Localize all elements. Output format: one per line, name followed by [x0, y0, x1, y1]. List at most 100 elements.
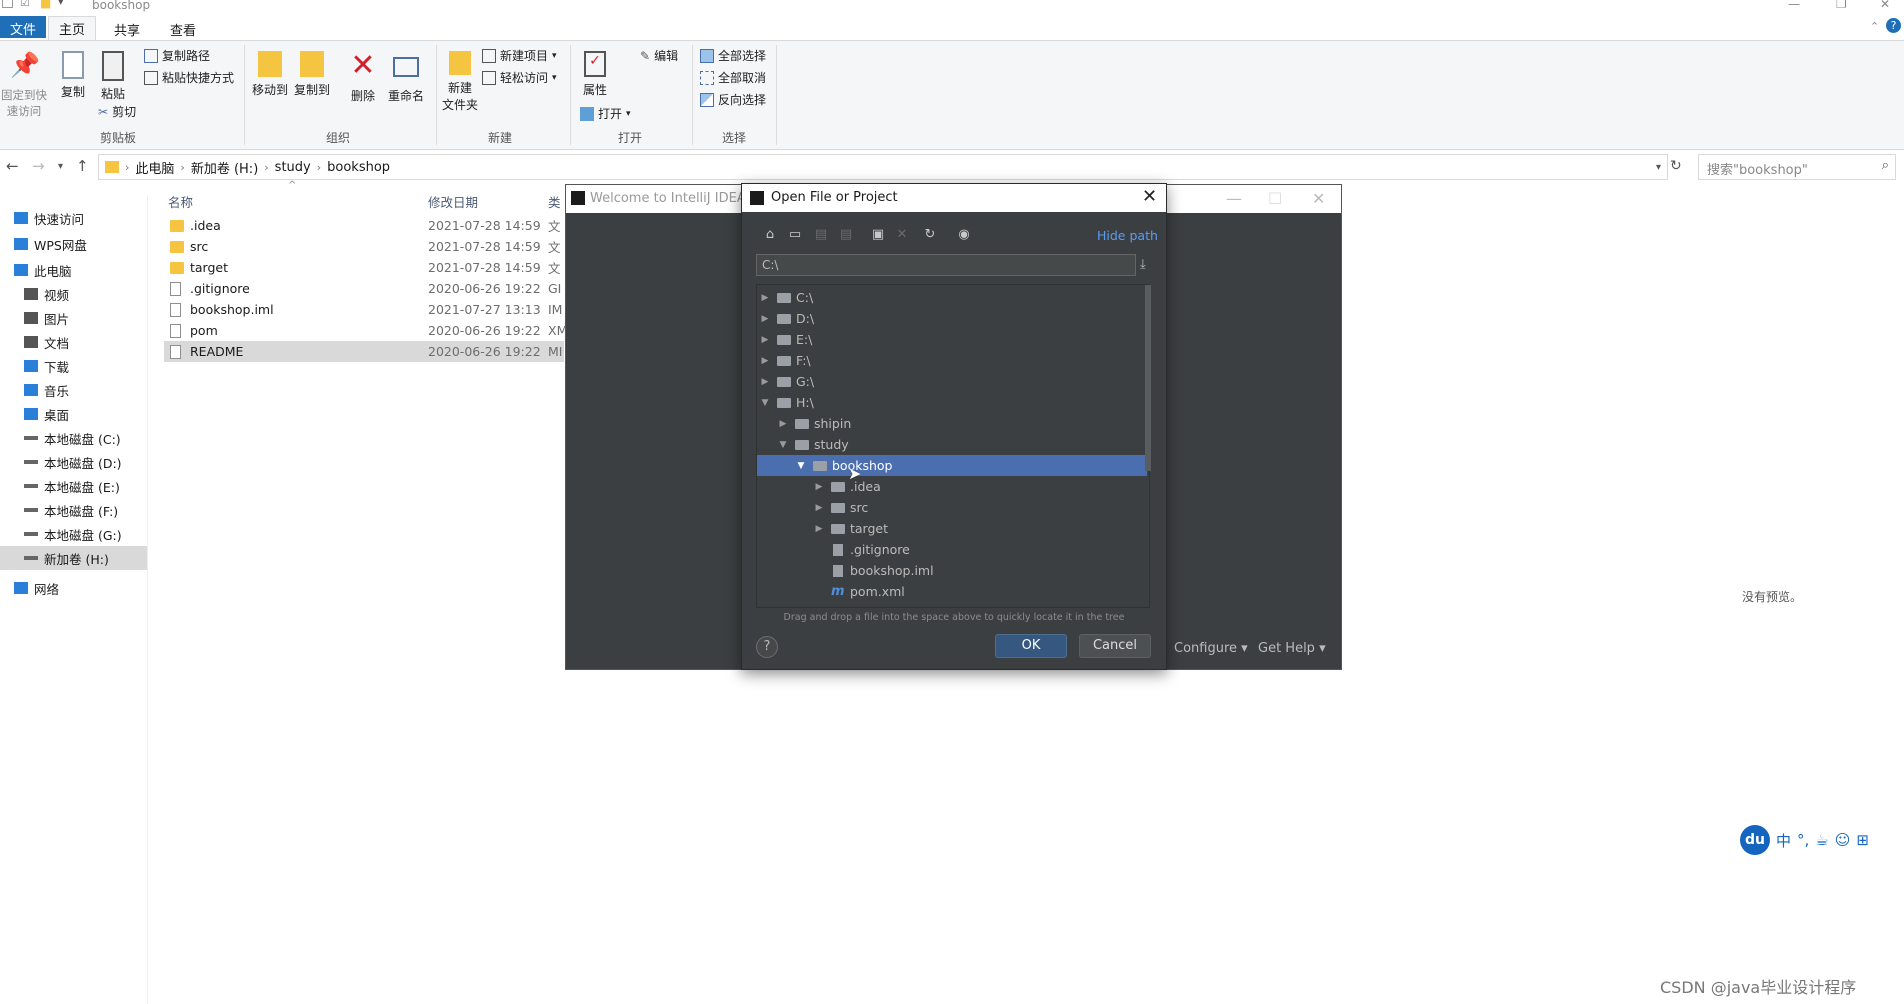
- delete-button[interactable]: ✕ 删除: [344, 51, 382, 104]
- tree-node[interactable]: ▶ src: [757, 497, 1147, 518]
- move-to-button[interactable]: 移动到: [250, 51, 290, 98]
- new-folder-icon[interactable]: ▣: [870, 228, 886, 242]
- tab-home[interactable]: 主页: [48, 16, 97, 40]
- help-icon[interactable]: ?: [1886, 18, 1901, 33]
- column-header-date[interactable]: 修改日期: [428, 192, 478, 211]
- tree-node[interactable]: ▶ E:\: [757, 329, 1147, 350]
- file-row[interactable]: .gitignore 2020-06-26 19:22 GI: [164, 278, 564, 299]
- punctuation-icon[interactable]: °,: [1797, 831, 1809, 849]
- collapsed-arrow-icon[interactable]: ▶: [759, 314, 771, 324]
- nav-item[interactable]: 本地磁盘 (F:): [0, 498, 147, 522]
- paste-button[interactable]: 粘贴: [96, 51, 130, 102]
- tree-node[interactable]: m pom.xml: [757, 581, 1147, 602]
- quick-access-folder-icon[interactable]: [2, 0, 13, 8]
- file-row[interactable]: src 2021-07-28 14:59 文: [164, 236, 564, 257]
- tree-node[interactable]: README.md: [757, 602, 1147, 607]
- address-dropdown-icon[interactable]: ▾: [1656, 162, 1661, 173]
- copy-to-button[interactable]: 复制到: [292, 51, 332, 98]
- project-icon[interactable]: ▤: [813, 228, 829, 242]
- welcome-minimize-button[interactable]: —: [1226, 189, 1242, 208]
- column-header-name[interactable]: 名称: [168, 192, 193, 211]
- configure-menu[interactable]: Configure ▾: [1174, 641, 1248, 656]
- baidu-ime-logo[interactable]: du: [1740, 825, 1770, 855]
- nav-item[interactable]: 本地磁盘 (C:): [0, 426, 147, 450]
- collapsed-arrow-icon[interactable]: ▶: [759, 335, 771, 345]
- hide-path-link[interactable]: Hide path: [1097, 228, 1158, 243]
- up-arrow-icon[interactable]: ↑: [76, 157, 89, 175]
- paste-shortcut-button[interactable]: 粘贴快捷方式: [144, 69, 234, 86]
- breadcrumb-this-pc[interactable]: 此电脑: [135, 158, 174, 177]
- collapsed-arrow-icon[interactable]: ▶: [813, 482, 825, 492]
- tree-node[interactable]: ▶ target: [757, 518, 1147, 539]
- breadcrumb-bookshop[interactable]: bookshop: [327, 160, 390, 175]
- nav-item[interactable]: 音乐: [0, 378, 147, 402]
- nav-item[interactable]: 文档: [0, 330, 147, 354]
- show-hidden-icon[interactable]: ◉: [956, 228, 972, 242]
- download-icon[interactable]: ⤓: [1140, 257, 1146, 272]
- tree-node[interactable]: ▶ C:\: [757, 287, 1147, 308]
- file-row[interactable]: target 2021-07-28 14:59 文: [164, 257, 564, 278]
- customize-qat-icon[interactable]: ▾: [58, 0, 64, 8]
- collapsed-arrow-icon[interactable]: ▶: [813, 503, 825, 513]
- module-icon[interactable]: ▤: [838, 228, 854, 242]
- home-icon[interactable]: ⌂: [762, 228, 778, 242]
- back-arrow-icon[interactable]: ←: [6, 157, 19, 175]
- cancel-button[interactable]: Cancel: [1079, 634, 1151, 658]
- collapsed-arrow-icon[interactable]: ▶: [759, 293, 771, 303]
- grid-icon[interactable]: ⊞: [1856, 831, 1869, 849]
- nav-item[interactable]: 视频: [0, 282, 147, 306]
- collapsed-arrow-icon[interactable]: ▶: [777, 419, 789, 429]
- invert-selection-button[interactable]: 反向选择: [700, 91, 766, 108]
- recent-locations-icon[interactable]: ▾: [58, 161, 63, 172]
- nav-item[interactable]: 此电脑: [0, 258, 147, 282]
- collapse-ribbon-icon[interactable]: ⌃: [1870, 20, 1879, 33]
- expanded-arrow-icon[interactable]: ▼: [759, 398, 771, 408]
- rename-button[interactable]: 重命名: [384, 51, 428, 104]
- folder-icon[interactable]: ■: [40, 0, 51, 10]
- ok-button[interactable]: OK: [995, 634, 1067, 658]
- file-row[interactable]: bookshop.iml 2021-07-27 13:13 IM: [164, 299, 564, 320]
- tab-share[interactable]: 共享: [104, 18, 150, 40]
- search-input[interactable]: 搜索"bookshop" ⌕: [1698, 154, 1896, 180]
- select-all-button[interactable]: 全部选择: [700, 47, 766, 64]
- get-help-menu[interactable]: Get Help ▾: [1258, 641, 1326, 656]
- tree-node[interactable]: ▶ F:\: [757, 350, 1147, 371]
- collapsed-arrow-icon[interactable]: ▶: [759, 356, 771, 366]
- forward-arrow-icon[interactable]: →: [32, 157, 45, 175]
- nav-item[interactable]: 图片: [0, 306, 147, 330]
- expanded-arrow-icon[interactable]: ▼: [795, 461, 807, 471]
- tree-node[interactable]: ▶ shipin: [757, 413, 1147, 434]
- file-row[interactable]: .idea 2021-07-28 14:59 文: [164, 215, 564, 236]
- close-button[interactable]: ✕: [1880, 0, 1890, 11]
- nav-item[interactable]: 快速访问: [0, 206, 147, 230]
- tree-scrollbar[interactable]: [1145, 285, 1151, 471]
- help-button[interactable]: ?: [756, 636, 778, 658]
- pin-quick-access-button[interactable]: 📌 固定到快 速访问: [0, 51, 48, 119]
- cut-button[interactable]: ✂ 剪切: [98, 103, 136, 120]
- properties-button[interactable]: ✓ 属性: [578, 51, 612, 98]
- collapsed-arrow-icon[interactable]: ▶: [813, 524, 825, 534]
- copy-button[interactable]: 复制: [56, 51, 90, 100]
- tree-node[interactable]: ▶ G:\: [757, 371, 1147, 392]
- edit-button[interactable]: ✎ 编辑: [640, 47, 678, 64]
- select-none-button[interactable]: 全部取消: [700, 69, 766, 86]
- checkbox-icon[interactable]: ☑: [20, 0, 30, 9]
- tree-node[interactable]: ▶ D:\: [757, 308, 1147, 329]
- file-row[interactable]: README 2020-06-26 19:22 MI: [164, 341, 564, 362]
- tree-node[interactable]: bookshop.iml: [757, 560, 1147, 581]
- breadcrumb-study[interactable]: study: [275, 160, 311, 175]
- address-bar[interactable]: › 此电脑 › 新加卷 (H:) › study › bookshop ▾: [98, 154, 1668, 180]
- user-icon[interactable]: ☺: [1835, 831, 1851, 849]
- nav-item[interactable]: 本地磁盘 (G:): [0, 522, 147, 546]
- column-header-type[interactable]: 类: [548, 192, 561, 211]
- tab-file[interactable]: 文件: [0, 16, 46, 38]
- expanded-arrow-icon[interactable]: ▼: [777, 440, 789, 450]
- welcome-maximize-button[interactable]: ☐: [1268, 189, 1282, 208]
- file-row[interactable]: pom 2020-06-26 19:22 XM: [164, 320, 567, 341]
- nav-item[interactable]: 本地磁盘 (E:): [0, 474, 147, 498]
- new-folder-button[interactable]: 新建 文件夹: [440, 51, 480, 113]
- path-input[interactable]: C:\: [756, 254, 1136, 276]
- nav-item[interactable]: 下载: [0, 354, 147, 378]
- cup-icon[interactable]: ☕: [1815, 831, 1828, 849]
- desktop-icon[interactable]: ▭: [787, 228, 803, 242]
